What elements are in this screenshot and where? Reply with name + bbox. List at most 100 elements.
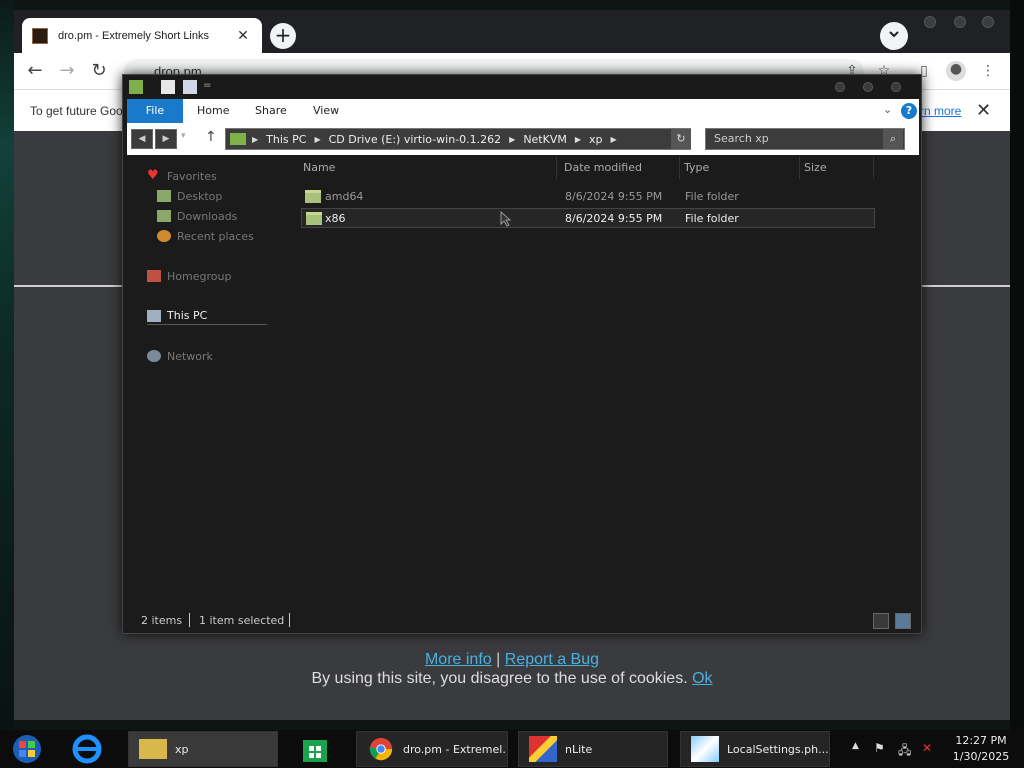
status-divider <box>289 613 290 627</box>
profile-avatar-icon[interactable]: ● <box>946 61 966 81</box>
search-icon[interactable]: ⌕ <box>883 129 903 149</box>
back-button[interactable]: ← <box>24 61 46 83</box>
recent-locations-icon[interactable]: ▾ <box>181 131 186 141</box>
tab-home[interactable]: Home <box>197 99 229 123</box>
taskbar-item-explorer[interactable]: xp <box>128 731 278 767</box>
mouse-cursor-icon <box>500 211 512 227</box>
new-folder-icon[interactable] <box>183 80 197 94</box>
maximize-button[interactable] <box>954 16 966 28</box>
nav-downloads[interactable]: Downloads <box>157 207 237 225</box>
breadcrumb-netkvm[interactable]: NetKVM <box>523 133 567 146</box>
ribbon-tabs: File Home Share View ⌄ ? <box>127 99 919 123</box>
file-type: File folder <box>685 212 739 225</box>
tab-view[interactable]: View <box>313 99 339 123</box>
clock-time: 12:27 PM <box>955 734 1007 747</box>
folder-icon <box>129 80 143 94</box>
explorer-address-bar[interactable]: ▶ This PC ▶ CD Drive (E:) virtio-win-0.1… <box>225 128 691 150</box>
link-separator: | <box>496 651 501 668</box>
explorer-forward-button[interactable]: ▶ <box>155 129 177 149</box>
network-icon[interactable]: 🖧 <box>898 741 911 762</box>
column-header-name[interactable]: Name <box>301 157 557 179</box>
nav-favorites[interactable]: ♥ Favorites <box>147 167 217 185</box>
ribbon-expand-icon[interactable]: ⌄ <box>883 103 892 116</box>
forward-button[interactable]: → <box>56 61 78 83</box>
system-clock[interactable]: 12:27 PM 1/30/2025 <box>944 733 1018 765</box>
taskbar-item-label: dro.pm - Extremel... <box>403 742 508 756</box>
store-icon[interactable] <box>300 734 334 764</box>
column-header-type[interactable]: Type <box>682 157 800 179</box>
tab-close-icon[interactable]: ✕ <box>234 28 252 44</box>
breadcrumb-this-pc[interactable]: This PC <box>266 133 306 146</box>
file-row-x86[interactable]: x86 8/6/2024 9:55 PM File folder <box>301 208 875 228</box>
explorer-back-button[interactable]: ◀ <box>131 129 153 149</box>
desktop-icon <box>157 190 171 202</box>
file-name: amd64 <box>325 190 364 203</box>
quick-access-dropdown-icon[interactable]: = <box>203 80 213 94</box>
breadcrumb-separator: ▶ <box>509 134 516 144</box>
tray-chevron-icon[interactable]: ▲ <box>852 741 859 751</box>
breadcrumb-separator: ▶ <box>314 134 321 144</box>
file-name: x86 <box>325 212 346 225</box>
flag-icon[interactable]: ⚑ <box>874 741 885 755</box>
explorer-maximize-button[interactable] <box>863 82 873 92</box>
search-input[interactable]: Search xp <box>705 128 905 150</box>
start-orb-icon <box>13 735 41 763</box>
internet-explorer-icon[interactable] <box>70 732 110 766</box>
infobar-close-icon[interactable]: ✕ <box>976 100 991 121</box>
cookie-ok-link[interactable]: Ok <box>692 670 712 687</box>
breadcrumb-xp[interactable]: xp <box>589 133 603 146</box>
favicon-icon <box>32 27 48 44</box>
nav-recent-places[interactable]: Recent places <box>157 227 254 245</box>
tab-strip: dro.pm - Extremely Short Links ✕ + <box>14 10 1010 53</box>
up-arrow-icon[interactable]: ↑ <box>205 129 217 145</box>
breadcrumb-separator: ▶ <box>252 134 259 144</box>
nav-desktop[interactable]: Desktop <box>157 187 222 205</box>
breadcrumb-cd-drive[interactable]: CD Drive (E:) virtio-win-0.1.262 <box>329 133 502 146</box>
explorer-close-button[interactable] <box>891 82 901 92</box>
more-info-link[interactable]: More info <box>425 651 492 668</box>
file-row-amd64[interactable]: amd64 8/6/2024 9:55 PM File folder <box>301 187 875 207</box>
column-header-date[interactable]: Date modified <box>562 157 680 179</box>
file-date: 8/6/2024 9:55 PM <box>565 212 663 225</box>
selected-count: 1 item selected <box>199 614 285 627</box>
taskbar-item-label: LocalSettings.ph... <box>727 742 829 756</box>
notepad-icon <box>691 736 719 762</box>
taskbar-item-chrome[interactable]: dro.pm - Extremel... <box>356 731 508 767</box>
tab-search-button[interactable] <box>880 22 908 50</box>
close-window-button[interactable] <box>982 16 994 28</box>
column-header-size[interactable]: Size <box>802 157 874 179</box>
minimize-button[interactable] <box>924 16 936 28</box>
breadcrumb-separator: ▶ <box>610 134 617 144</box>
learn-more-link[interactable]: rn more <box>920 104 961 118</box>
downloads-icon <box>157 210 171 222</box>
explorer-minimize-button[interactable] <box>835 82 845 92</box>
taskbar-item-nlite[interactable]: nLite <box>518 731 668 767</box>
large-icons-view-icon[interactable] <box>895 613 911 629</box>
start-button[interactable] <box>10 732 44 766</box>
report-bug-link[interactable]: Report a Bug <box>505 651 599 668</box>
taskbar-item-localsettings[interactable]: LocalSettings.ph... <box>680 731 830 767</box>
details-view-icon[interactable] <box>873 613 889 629</box>
address-row: ◀ ▶ ▾ ↑ ▶ This PC ▶ CD Drive (E:) virtio… <box>127 123 919 155</box>
volume-muted-icon[interactable]: ✕ <box>922 741 932 755</box>
menu-kebab-icon[interactable]: ⋮ <box>980 63 996 79</box>
nav-label: Downloads <box>177 209 238 223</box>
item-count: 2 items <box>141 614 183 627</box>
browser-tab[interactable]: dro.pm - Extremely Short Links ✕ <box>22 18 262 53</box>
nav-this-pc[interactable]: This PC <box>147 307 267 325</box>
nav-label: Recent places <box>177 229 254 243</box>
help-icon[interactable]: ? <box>901 103 917 119</box>
properties-icon[interactable] <box>161 80 175 94</box>
reload-button[interactable]: ↻ <box>88 61 110 83</box>
tab-file[interactable]: File <box>127 99 183 123</box>
heart-icon: ♥ <box>147 168 159 183</box>
new-tab-button[interactable]: + <box>270 23 296 49</box>
nav-network[interactable]: Network <box>147 347 213 365</box>
nav-homegroup[interactable]: Homegroup <box>147 267 231 285</box>
refresh-icon[interactable]: ↻ <box>671 129 691 149</box>
desktop-background-right <box>1010 0 1024 730</box>
tab-share[interactable]: Share <box>255 99 287 123</box>
breadcrumb-separator: ▶ <box>574 134 582 144</box>
taskbar: xp dro.pm - Extremel... nLite LocalSetti… <box>0 730 1024 768</box>
file-type: File folder <box>685 190 739 203</box>
